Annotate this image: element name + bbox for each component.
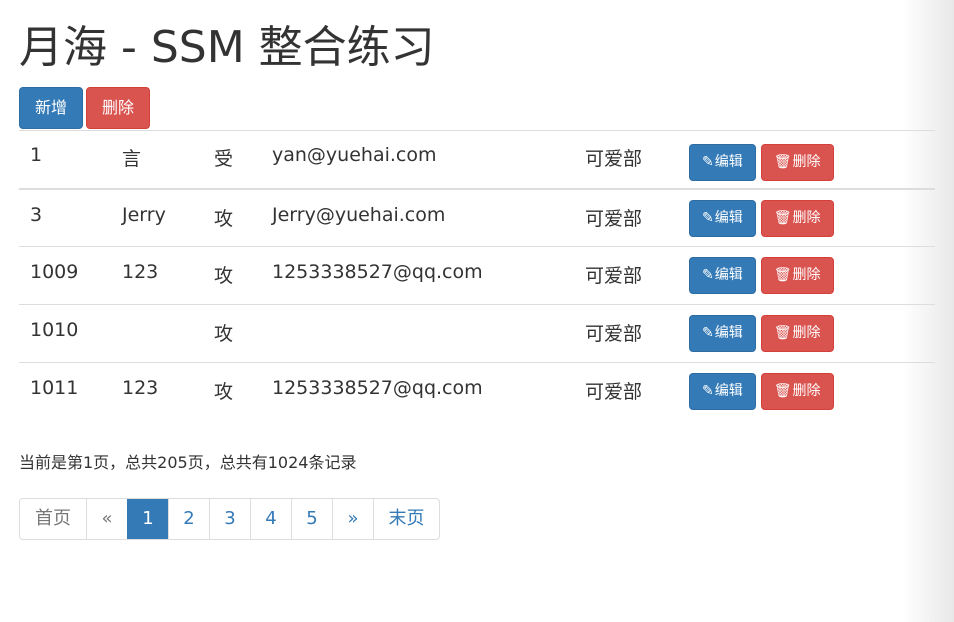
delete-row-button[interactable]: 🗑删除 bbox=[760, 373, 834, 410]
cell-actions: ✎编辑 🗑删除 bbox=[689, 130, 935, 189]
next-page-link[interactable]: » bbox=[332, 499, 373, 539]
cell-name: Jerry bbox=[111, 187, 203, 247]
table-row: 1010 攻可爱部 ✎编辑 🗑删除 bbox=[19, 304, 935, 363]
cell-actions: ✎编辑 🗑删除 bbox=[689, 304, 935, 363]
trash-icon: 🗑 bbox=[773, 209, 792, 226]
delete-row-button[interactable]: 🗑删除 bbox=[760, 199, 834, 237]
last-page-link[interactable]: 末页 bbox=[373, 499, 439, 539]
cell-name bbox=[111, 304, 203, 363]
cell-gender: 攻 bbox=[203, 246, 261, 305]
cell-dept: 可爱部 bbox=[574, 362, 689, 421]
toolbar: 新增 删除 bbox=[19, 87, 151, 129]
pencil-icon: ✎ bbox=[702, 209, 714, 226]
cell-actions: ✎编辑 🗑删除 bbox=[689, 362, 935, 421]
edit-label: 编辑 bbox=[714, 383, 743, 399]
edit-button[interactable]: ✎编辑 bbox=[689, 373, 756, 410]
table-row: 1 言受 yan@yuehai.com 可爱部 ✎编辑 🗑删除 bbox=[19, 130, 935, 189]
page-info: 当前是第1页，总共205页，总共有1024条记录 bbox=[19, 453, 357, 472]
table-row: 1009 123 攻 1253338527@qq.com 可爱部 ✎编辑 🗑删除 bbox=[19, 246, 935, 305]
pagination: 首页 « 1 2 3 4 5 » 末页 bbox=[19, 498, 440, 540]
cell-dept: 可爱部 bbox=[574, 304, 689, 363]
trash-icon: 🗑 bbox=[773, 383, 792, 399]
cell-actions: ✎编辑 🗑删除 bbox=[689, 187, 935, 247]
delete-label: 删除 bbox=[792, 154, 821, 170]
cell-dept: 可爱部 bbox=[574, 246, 689, 305]
pencil-icon: ✎ bbox=[702, 267, 714, 283]
cell-actions: ✎编辑 🗑删除 bbox=[689, 246, 935, 305]
delete-row-button[interactable]: 🗑删除 bbox=[760, 315, 834, 352]
cell-gender: 攻 bbox=[203, 362, 261, 421]
page-link-1[interactable]: 1 bbox=[127, 499, 168, 539]
edit-label: 编辑 bbox=[714, 154, 743, 170]
edit-label: 编辑 bbox=[714, 267, 743, 283]
cell-email: 1253338527@qq.com bbox=[261, 246, 574, 305]
cell-name: 言 bbox=[111, 130, 203, 189]
cell-email bbox=[261, 304, 574, 363]
cell-email: Jerry@yuehai.com bbox=[261, 187, 574, 247]
page-link-5[interactable]: 5 bbox=[291, 499, 332, 539]
edit-label: 编辑 bbox=[714, 325, 743, 341]
pencil-icon: ✎ bbox=[702, 154, 714, 170]
edit-button[interactable]: ✎编辑 bbox=[689, 144, 756, 181]
cell-name: 123 bbox=[111, 362, 203, 421]
cell-id: 3 bbox=[19, 187, 111, 247]
cell-id: 1011 bbox=[19, 362, 111, 421]
trash-icon: 🗑 bbox=[773, 325, 792, 341]
trash-icon: 🗑 bbox=[773, 154, 792, 170]
table-row: 3 Jerry 攻 Jerry@yuehai.com 可爱部 ✎编辑 🗑删除 bbox=[19, 187, 935, 247]
cell-dept: 可爱部 bbox=[574, 130, 689, 189]
delete-label: 删除 bbox=[792, 267, 821, 283]
employee-table: 1 言受 yan@yuehai.com 可爱部 ✎编辑 🗑删除 3 Jerry 攻 Jerry@y… bbox=[19, 130, 935, 421]
cell-gender: 攻 bbox=[203, 304, 261, 363]
edit-button[interactable]: ✎编辑 bbox=[689, 257, 756, 294]
cell-email: yan@yuehai.com bbox=[261, 130, 574, 189]
add-button[interactable]: 新增 bbox=[19, 87, 84, 129]
cell-name: 123 bbox=[111, 246, 203, 305]
edit-button[interactable]: ✎编辑 bbox=[689, 199, 756, 237]
table-row: 1011 123 攻 1253338527@qq.com 可爱部 ✎编辑 🗑删除 bbox=[19, 362, 935, 421]
page-title: 月海 - SSM 整合练习 bbox=[19, 22, 435, 73]
cell-id: 1009 bbox=[19, 246, 111, 305]
cell-dept: 可爱部 bbox=[574, 187, 689, 247]
pencil-icon: ✎ bbox=[702, 383, 714, 399]
cell-id: 1 bbox=[19, 130, 111, 189]
cell-email: 1253338527@qq.com bbox=[261, 362, 574, 421]
pencil-icon: ✎ bbox=[702, 325, 714, 341]
edit-button[interactable]: ✎编辑 bbox=[689, 315, 756, 352]
delete-label: 删除 bbox=[792, 325, 821, 341]
delete-label: 删除 bbox=[792, 383, 821, 399]
cell-gender: 攻 bbox=[203, 187, 261, 247]
edit-label: 编辑 bbox=[714, 209, 743, 226]
page-link-2[interactable]: 2 bbox=[168, 499, 209, 539]
prev-page-link[interactable]: « bbox=[86, 499, 127, 539]
delete-label: 删除 bbox=[792, 209, 821, 226]
cell-id: 1010 bbox=[19, 304, 111, 363]
page-link-3[interactable]: 3 bbox=[209, 499, 250, 539]
trash-icon: 🗑 bbox=[773, 267, 792, 283]
cell-gender: 受 bbox=[203, 130, 261, 189]
first-page-link[interactable]: 首页 bbox=[20, 499, 86, 539]
delete-row-button[interactable]: 🗑删除 bbox=[760, 144, 834, 181]
page-link-4[interactable]: 4 bbox=[250, 499, 291, 539]
delete-selected-button[interactable]: 删除 bbox=[86, 87, 151, 129]
delete-row-button[interactable]: 🗑删除 bbox=[760, 257, 834, 294]
